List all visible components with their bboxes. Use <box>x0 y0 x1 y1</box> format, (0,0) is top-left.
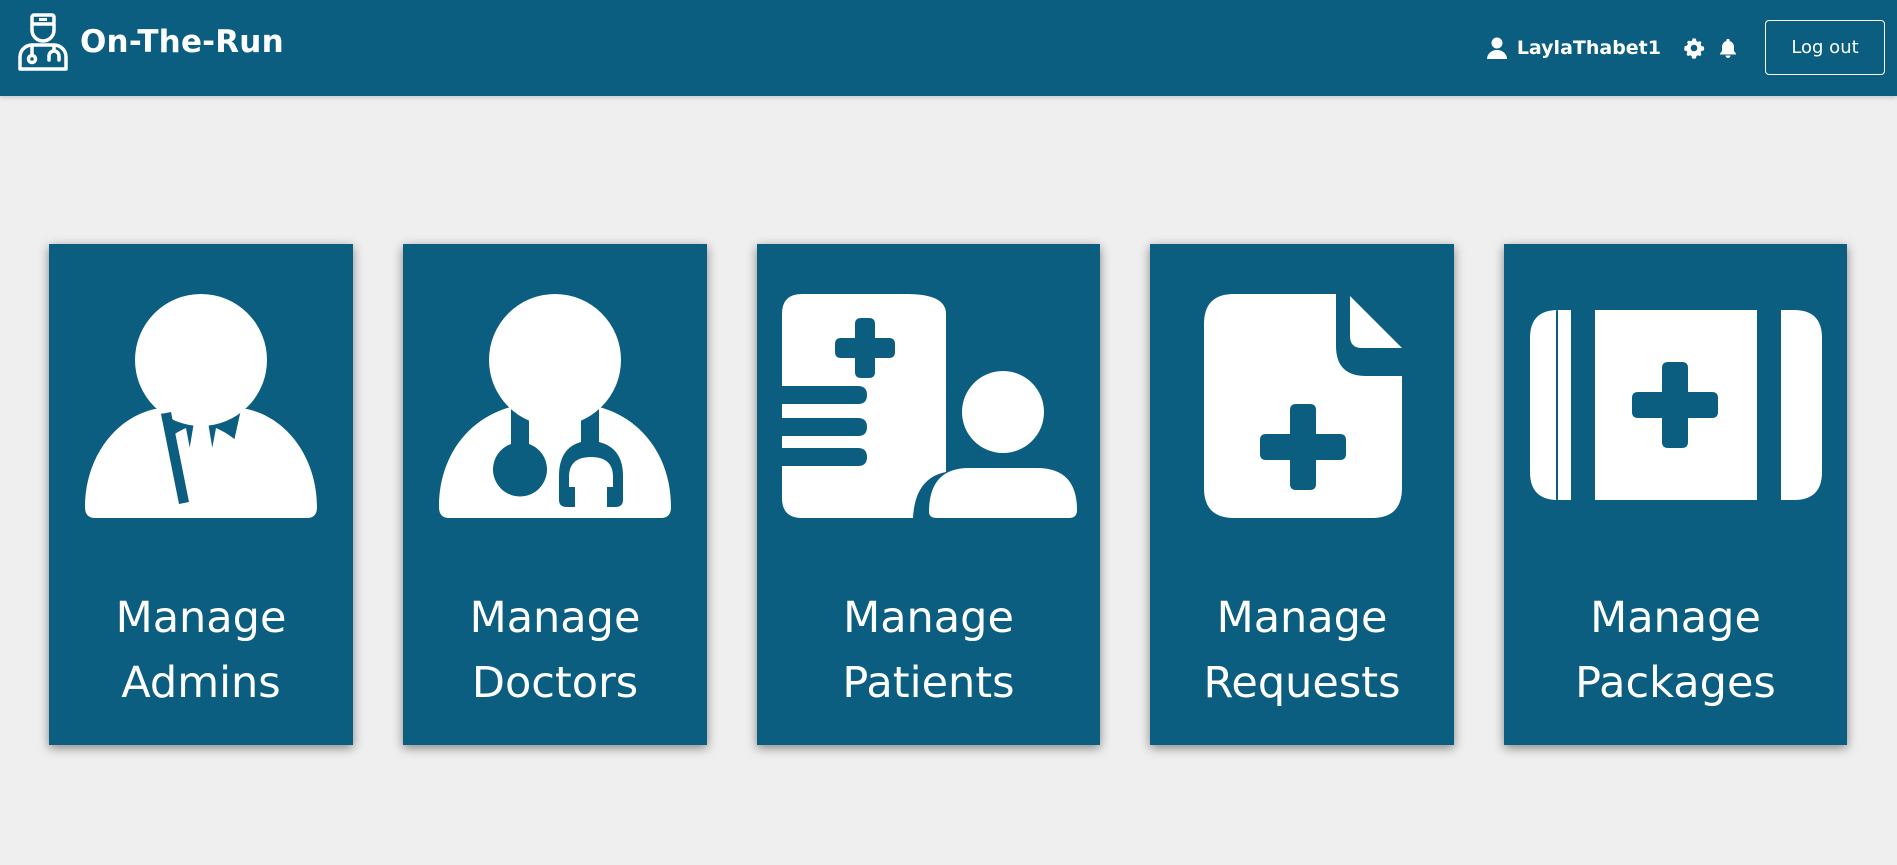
card-label-line2: Requests <box>1203 658 1401 708</box>
card-label-line1: Manage <box>1590 593 1761 643</box>
card-label-line1: Manage <box>469 593 641 643</box>
card-label: Manage Admins <box>49 586 353 716</box>
admin-icon <box>85 294 317 518</box>
medical-kit-icon <box>1530 310 1822 500</box>
gear-icon[interactable] <box>1683 37 1705 59</box>
card-manage-requests[interactable]: Manage Requests <box>1150 244 1454 745</box>
card-manage-patients[interactable]: Manage Patients <box>757 244 1100 745</box>
header-icons <box>1683 37 1739 59</box>
card-label-line2: Patients <box>842 658 1015 708</box>
doctor-icon <box>439 294 671 518</box>
user-icon <box>1486 37 1507 59</box>
user-menu[interactable]: LaylaThabet1 <box>1486 36 1661 59</box>
bell-icon[interactable] <box>1717 37 1739 59</box>
username: LaylaThabet1 <box>1516 36 1661 59</box>
logout-button[interactable]: Log out <box>1765 20 1885 75</box>
card-label: Manage Requests <box>1150 586 1454 716</box>
card-label-line2: Admins <box>121 658 281 708</box>
brand-link[interactable]: On-The-Run <box>16 12 284 72</box>
card-label-line1: Manage <box>115 593 287 643</box>
card-manage-admins[interactable]: Manage Admins <box>49 244 353 745</box>
navbar-right: LaylaThabet1 Log out <box>1486 20 1885 75</box>
doctor-logo-icon <box>18 13 68 71</box>
card-label: Manage Packages <box>1504 586 1847 716</box>
brand-name: On-The-Run <box>80 24 284 60</box>
card-label-line2: Packages <box>1575 658 1776 708</box>
card-label-line1: Manage <box>1216 593 1388 643</box>
card-manage-packages[interactable]: Manage Packages <box>1504 244 1847 745</box>
card-label-line2: Doctors <box>471 658 639 708</box>
medical-file-icon <box>1204 294 1402 518</box>
card-manage-doctors[interactable]: Manage Doctors <box>403 244 707 745</box>
card-label-line1: Manage <box>843 593 1014 643</box>
patient-icon <box>782 294 1077 518</box>
top-navbar: On-The-Run LaylaThabet1 Log out <box>0 0 1897 96</box>
card-label: Manage Doctors <box>403 586 707 716</box>
card-label: Manage Patients <box>757 586 1100 716</box>
